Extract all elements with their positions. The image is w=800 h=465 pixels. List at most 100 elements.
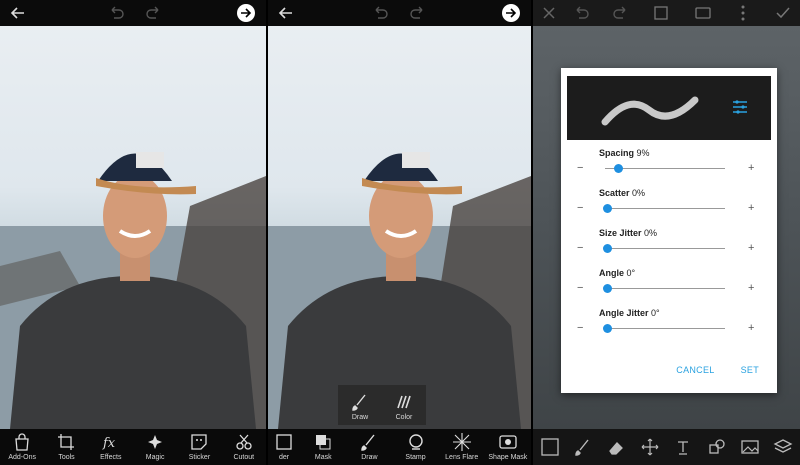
draw-popup-menu: Draw Color [338, 385, 426, 425]
decrease-button[interactable]: − [577, 242, 583, 254]
slider-scatter: Scatter 0% − + [561, 188, 777, 228]
slider-thumb[interactable] [613, 164, 623, 173]
border-icon [276, 434, 292, 450]
draw-mode-toolbar [533, 429, 800, 465]
back-arrow-icon[interactable] [8, 3, 28, 23]
image-icon[interactable] [740, 437, 760, 457]
undo-icon[interactable] [571, 3, 591, 23]
increase-button[interactable]: + [748, 322, 754, 334]
slider-label: Size Jitter 0% [599, 228, 658, 238]
editor-panel-draw: Draw Color der Mask Draw Stamp Lens Flar… [268, 0, 531, 465]
slider-track[interactable] [605, 168, 725, 169]
tool-label: Magic [145, 454, 165, 461]
slider-value: 0% [632, 188, 646, 198]
tool-label: Draw [351, 414, 369, 421]
move-icon[interactable] [640, 437, 660, 457]
slider-track[interactable] [605, 288, 725, 289]
photo-canvas[interactable] [268, 26, 531, 429]
svg-text:fx: fx [102, 436, 116, 451]
undo-icon[interactable] [106, 3, 126, 23]
decrease-button[interactable]: − [577, 202, 583, 214]
brush-icon [361, 434, 375, 451]
redo-icon[interactable] [408, 3, 428, 23]
portrait-photo [268, 152, 531, 429]
close-icon[interactable] [539, 3, 559, 23]
tool-shape-mask[interactable]: Shape Mask [486, 429, 530, 461]
popup-color[interactable]: Color [382, 389, 426, 421]
check-icon[interactable] [773, 3, 793, 23]
mask-icon [316, 435, 331, 450]
tool-stamp[interactable]: Stamp [394, 429, 438, 461]
draw-toolbar: der Mask Draw Stamp Lens Flare Shape Mas… [268, 429, 531, 465]
shopping-bag-icon [15, 433, 29, 451]
slider-angle-jitter: Angle Jitter 0° − + [561, 308, 777, 348]
undo-icon[interactable] [370, 3, 390, 23]
shape-mask-icon [499, 435, 517, 449]
tool-label: Sticker [188, 454, 211, 461]
main-toolbar: Add-Ons Tools fx Effects Magic Sticker C… [0, 429, 266, 465]
text-icon[interactable] [673, 437, 693, 457]
brush-stroke-preview [601, 96, 747, 126]
stamp-icon [408, 434, 423, 450]
tool-effects[interactable]: fx Effects [89, 429, 133, 461]
tool-label: Stamp [405, 454, 426, 461]
brush-icon [352, 394, 366, 411]
slider-label: Scatter 0% [599, 188, 646, 198]
tool-draw[interactable]: Draw [347, 429, 391, 461]
tool-mask[interactable]: Mask [301, 429, 345, 461]
brush-icon[interactable] [573, 437, 593, 457]
photo-canvas[interactable] [0, 26, 266, 429]
slider-thumb[interactable] [603, 324, 612, 333]
slider-label: Angle Jitter 0° [599, 308, 660, 318]
decrease-button[interactable]: − [577, 282, 583, 294]
more-options-icon[interactable] [733, 3, 753, 23]
tool-label: Color [395, 414, 413, 421]
slider-track[interactable] [605, 328, 725, 329]
shapes-icon[interactable] [707, 437, 727, 457]
slider-thumb[interactable] [603, 244, 612, 253]
top-bar [533, 0, 800, 26]
tool-cutout[interactable]: Cutout [222, 429, 266, 461]
next-arrow-icon[interactable] [236, 3, 256, 23]
tool-sticker[interactable]: Sticker [177, 429, 221, 461]
crop-frame-icon[interactable] [651, 3, 671, 23]
decrease-button[interactable]: − [577, 162, 583, 174]
popup-draw[interactable]: Draw [338, 389, 382, 421]
slider-size-jitter: Size Jitter 0% − + [561, 228, 777, 268]
tool-border[interactable]: der [269, 429, 299, 461]
tool-label: Mask [314, 454, 332, 461]
cancel-button[interactable]: CANCEL [676, 365, 714, 375]
tool-tools[interactable]: Tools [44, 429, 88, 461]
next-arrow-icon[interactable] [501, 3, 521, 23]
tool-magic[interactable]: Magic [133, 429, 177, 461]
color-icon [397, 395, 411, 409]
slider-thumb[interactable] [603, 284, 612, 293]
increase-button[interactable]: + [748, 282, 754, 294]
redo-icon[interactable] [611, 3, 631, 23]
increase-button[interactable]: + [748, 202, 754, 214]
top-bar [0, 0, 266, 26]
redo-icon[interactable] [144, 3, 164, 23]
slider-label: Spacing 9% [599, 148, 650, 158]
back-arrow-icon[interactable] [276, 3, 296, 23]
slider-value: 0° [626, 268, 636, 278]
tool-label: Lens Flare [445, 454, 479, 461]
video-icon[interactable] [693, 3, 713, 23]
eraser-icon[interactable] [606, 437, 626, 457]
tool-label: Shape Mask [488, 454, 528, 461]
dialog-actions: CANCEL SET [676, 365, 759, 375]
tool-add-ons[interactable]: Add-Ons [0, 429, 44, 461]
tool-label: Tools [58, 454, 75, 461]
tool-lens-flare[interactable]: Lens Flare [440, 429, 484, 461]
slider-thumb[interactable] [603, 204, 612, 213]
color-swatch-icon[interactable] [540, 437, 560, 457]
increase-button[interactable]: + [748, 162, 754, 174]
set-button[interactable]: SET [741, 365, 759, 375]
slider-track[interactable] [605, 248, 725, 249]
decrease-button[interactable]: − [577, 322, 583, 334]
slider-track[interactable] [605, 208, 725, 209]
slider-value: 0% [644, 228, 658, 238]
increase-button[interactable]: + [748, 242, 754, 254]
top-bar [268, 0, 531, 26]
layers-icon[interactable] [773, 437, 793, 457]
